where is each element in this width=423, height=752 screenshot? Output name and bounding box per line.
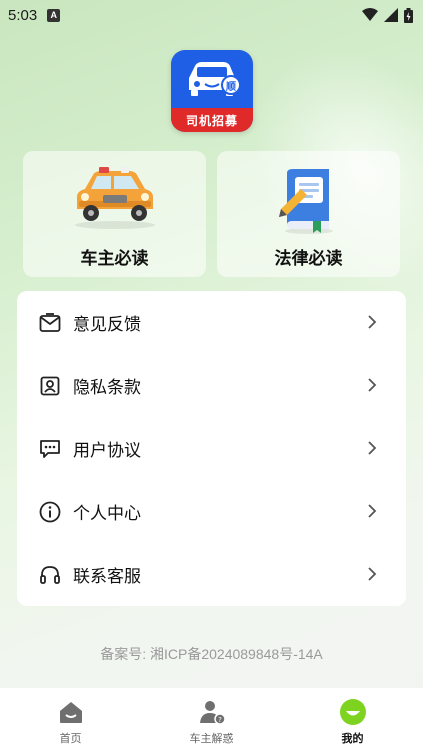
svg-text:?: ?: [218, 716, 222, 724]
menu-item-feedback[interactable]: 意见反馈: [17, 291, 406, 354]
signal-icon: [384, 8, 398, 22]
car-logo-icon: [189, 62, 241, 96]
chevron-right-icon: [368, 315, 377, 329]
status-time: 5:03: [8, 6, 38, 24]
bottom-tab-bar: 首页 ? 车主解惑 我的: [0, 688, 423, 752]
menu-item-label: 用户协议: [73, 441, 141, 461]
info-icon: [39, 501, 61, 523]
tab-label: 首页: [59, 732, 82, 745]
car-icon: [23, 165, 206, 235]
menu-item-label: 意见反馈: [73, 315, 141, 335]
chat-icon: [39, 438, 61, 460]
chevron-right-icon: [368, 567, 377, 581]
user-question-icon: ?: [199, 701, 226, 725]
menu-item-label: 个人中心: [73, 504, 141, 524]
headset-icon: [39, 564, 61, 586]
logo-text: 司机招募: [171, 108, 253, 132]
battery-icon: [404, 7, 413, 23]
menu-item-label: 隐私条款: [73, 378, 141, 398]
menu-item-privacy[interactable]: 隐私条款: [17, 354, 406, 417]
tab-owner-questions[interactable]: ? 车主解惑: [141, 688, 282, 752]
quick-card-law-guide[interactable]: 法律必读: [217, 151, 400, 277]
tab-label: 车主解惑: [189, 732, 234, 745]
tab-home[interactable]: 首页: [0, 688, 141, 752]
status-bar: 5:03 A: [0, 0, 423, 30]
tab-label: 我的: [341, 732, 364, 745]
chevron-right-icon: [368, 378, 377, 392]
quick-card-label: 车主必读: [80, 249, 149, 269]
tab-mine[interactable]: 我的: [282, 688, 423, 752]
logo-badge: 顺: [226, 82, 236, 93]
privacy-icon: [39, 375, 61, 397]
menu-item-user-agreement[interactable]: 用户协议: [17, 417, 406, 480]
notification-badge: A: [47, 8, 61, 22]
menu-item-label: 联系客服: [73, 567, 141, 587]
menu-item-personal-center[interactable]: 个人中心: [17, 480, 406, 543]
quick-cards: 车主必读 法律必读: [23, 151, 400, 277]
icp-record[interactable]: 备案号: 湘ICP备2024089848号-14A: [0, 644, 423, 664]
settings-menu: 意见反馈 隐私条款 用户协议 个人中心 联系客服: [17, 291, 406, 606]
mail-icon: [39, 312, 61, 334]
home-icon: [59, 702, 82, 723]
smile-icon: [339, 699, 366, 725]
quick-card-label: 法律必读: [274, 249, 343, 269]
book-icon: [217, 165, 400, 235]
quick-card-owner-guide[interactable]: 车主必读: [23, 151, 206, 277]
menu-item-customer-service[interactable]: 联系客服: [17, 543, 406, 606]
app-logo: 顺 司机招募: [171, 50, 253, 132]
wifi-icon: [362, 8, 378, 21]
chevron-right-icon: [368, 504, 377, 518]
status-icons: [362, 7, 413, 23]
chevron-right-icon: [368, 441, 377, 455]
